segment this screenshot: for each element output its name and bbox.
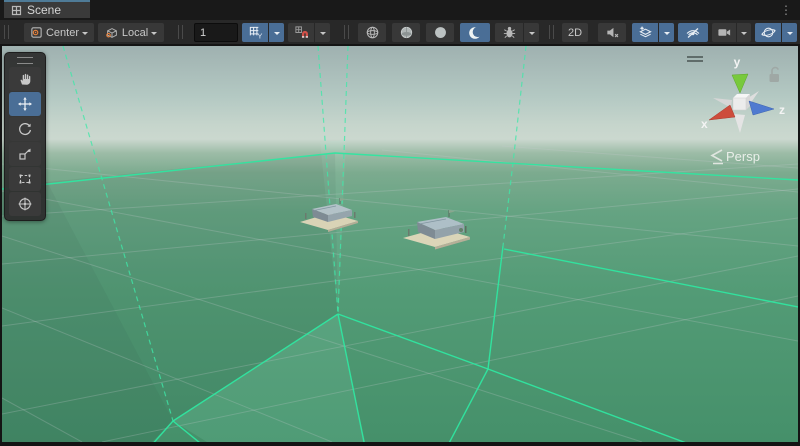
debug-dropdown[interactable] (524, 23, 539, 42)
scene-viewport[interactable]: y z x Persp (2, 46, 798, 442)
chevron-down-icon (274, 32, 280, 38)
snap-increment-dropdown[interactable] (315, 23, 330, 42)
speaker-muted-icon (605, 25, 620, 40)
tab-scene[interactable]: Scene (4, 0, 90, 18)
wireframe-sphere-icon (365, 25, 380, 40)
shaded-sphere-icon (433, 25, 448, 40)
effects-layers-icon (638, 25, 653, 40)
move-tool-button[interactable] (9, 92, 41, 116)
pivot-icon (30, 26, 43, 39)
axis-z-cone[interactable] (749, 101, 774, 115)
projection-toggle[interactable]: Persp (712, 149, 760, 164)
rotate-tool-button[interactable] (9, 117, 41, 141)
toolbar-drag-handle[interactable] (178, 25, 183, 39)
rotation-mode-dropdown[interactable]: Local (98, 23, 164, 42)
view-tool-button[interactable] (9, 67, 41, 91)
grid-visibility-dropdown[interactable] (269, 23, 284, 42)
grid-visibility-toggle[interactable]: Y (242, 23, 268, 42)
rotation-mode-label: Local (122, 27, 148, 39)
rect-tool-button[interactable] (9, 167, 41, 191)
tools-overlay (4, 52, 46, 221)
rotation-lock-icon[interactable] (770, 68, 780, 82)
tools-overlay-handle[interactable] (17, 57, 33, 64)
move-icon (17, 96, 33, 112)
chevron-down-icon (320, 32, 326, 38)
grid-y-icon: Y (248, 25, 263, 40)
shading-shaded-wire-button[interactable] (392, 23, 420, 42)
chevron-down-icon (787, 32, 793, 38)
axis-x-cone[interactable] (709, 105, 735, 120)
unity-scene-window: Scene ⋮ Center Local (0, 0, 800, 446)
gizmos-dropdown[interactable] (782, 23, 797, 42)
axis-y-label: y (734, 55, 741, 69)
scale-tool-button[interactable] (9, 142, 41, 166)
cube-icon (105, 26, 119, 40)
audio-muted-toggle[interactable] (598, 23, 626, 42)
gizmo-overlay-handle[interactable] (687, 57, 703, 61)
scene-grid-icon (11, 5, 22, 16)
effects-dropdown[interactable] (659, 23, 674, 42)
effects-toggle[interactable] (632, 23, 658, 42)
scene-lighting-toggle[interactable] (460, 23, 490, 42)
shading-wireframe-button[interactable] (358, 23, 386, 42)
scene-toolbar: Center Local Y (0, 20, 800, 45)
projection-label: Persp (726, 149, 760, 164)
chevron-down-icon (151, 32, 157, 38)
chevron-down-icon (741, 32, 747, 38)
persp-arrow-icon (712, 150, 723, 164)
chevron-down-icon (529, 32, 535, 38)
axis-y-cone[interactable] (732, 74, 748, 93)
axis-x-label: x (701, 117, 708, 131)
gizmo-center-cube[interactable] (733, 94, 750, 110)
orientation-gizmo: y z x Persp (673, 48, 798, 173)
shading-shaded-button[interactable] (426, 23, 454, 42)
bug-icon (502, 25, 517, 40)
pivot-mode-dropdown[interactable]: Center (24, 23, 94, 42)
shaded-wire-sphere-icon (399, 25, 414, 40)
hand-pan-icon (17, 71, 33, 87)
scene-visibility-toggle[interactable] (678, 23, 708, 42)
svg-text:Y: Y (257, 32, 262, 40)
gizmos-toggle[interactable] (755, 23, 781, 42)
rect-tool-icon (17, 171, 33, 187)
toolbar-drag-handle[interactable] (4, 25, 9, 39)
snap-increment-button[interactable] (288, 23, 314, 42)
eye-slash-icon (685, 25, 701, 41)
2d-label: 2D (568, 27, 582, 39)
tab-strip: Scene ⋮ (0, 0, 800, 20)
transform-icon (17, 196, 33, 212)
camera-icon (717, 25, 732, 40)
scene-camera-button[interactable] (712, 23, 736, 42)
toolbar-drag-handle[interactable] (549, 25, 554, 39)
pane-menu-button[interactable]: ⋮ (780, 2, 792, 18)
transform-tool-button[interactable] (9, 192, 41, 216)
tab-label: Scene (27, 3, 61, 17)
move-snap-input[interactable] (194, 23, 238, 42)
axis-z-label: z (779, 103, 785, 117)
grid-magnet-icon (294, 25, 309, 40)
gizmos-sphere-icon (761, 25, 776, 40)
debug-bug-button[interactable] (495, 23, 523, 42)
moon-icon (467, 25, 483, 41)
chevron-down-icon (82, 32, 88, 38)
rotate-icon (17, 121, 33, 137)
scene-camera-dropdown[interactable] (737, 23, 751, 42)
view-2d-toggle[interactable]: 2D (562, 23, 588, 42)
chevron-down-icon (664, 32, 670, 38)
toolbar-drag-handle[interactable] (344, 25, 349, 39)
axis-neg-cone[interactable] (734, 114, 745, 133)
scale-icon (17, 146, 33, 162)
pivot-mode-label: Center (46, 27, 79, 39)
